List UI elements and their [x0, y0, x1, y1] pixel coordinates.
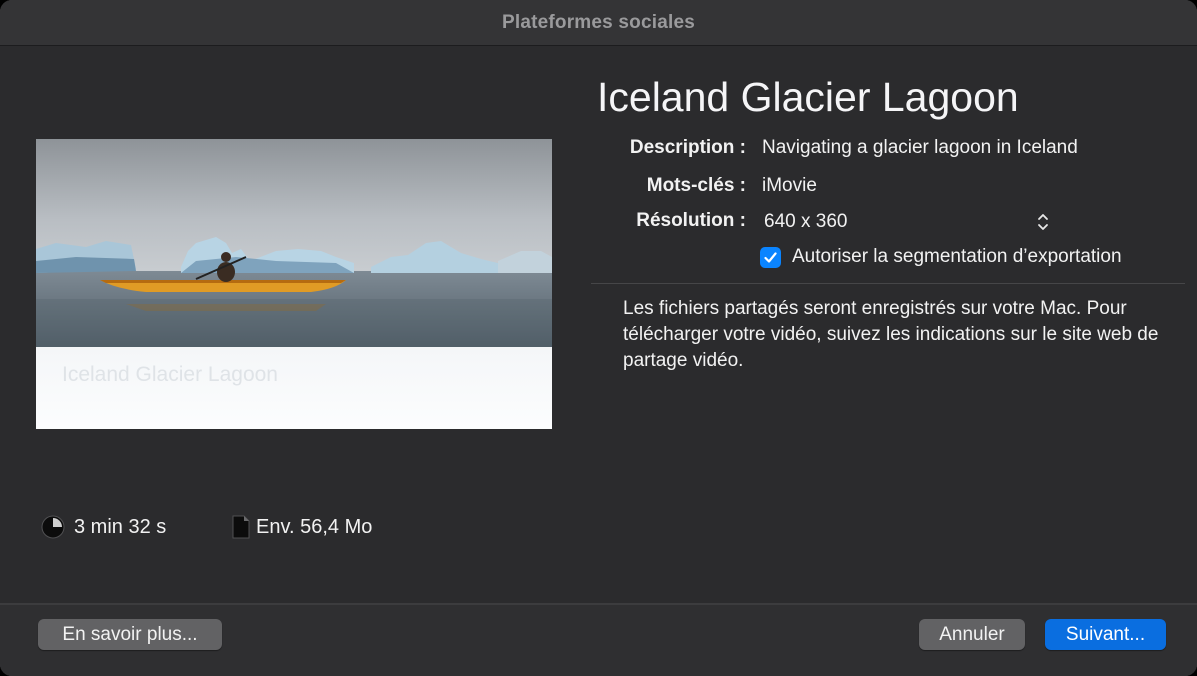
segmentation-label: Autoriser la segmentation d’exportation [792, 246, 1122, 267]
learn-more-button[interactable]: En savoir plus... [38, 619, 222, 650]
thumbnail-overlay-title: Iceland Glacier Lagoon [62, 363, 278, 386]
share-dialog: Plateformes sociales Iceland Glacier Lag… [0, 0, 1197, 676]
info-text: Les fichiers partagés seront enregistrés… [623, 298, 1159, 371]
next-button[interactable]: Suivant... [1045, 619, 1166, 650]
document-icon [232, 515, 250, 539]
keywords-field[interactable]: iMovie [762, 175, 817, 197]
description-label: Description : [629, 137, 746, 158]
segmentation-checkbox[interactable] [760, 246, 781, 268]
cancel-button[interactable]: Annuler [919, 619, 1025, 650]
separator [591, 283, 1185, 284]
thumbnail-photo [36, 139, 552, 347]
clock-icon [41, 515, 65, 539]
duration-text: 3 min 32 s [74, 515, 167, 538]
description-field[interactable]: Navigating a glacier lagoon in Iceland [762, 137, 1078, 159]
duration-stat: 3 min 32 s [41, 515, 166, 539]
movie-title[interactable]: Iceland Glacier Lagoon [597, 74, 1019, 121]
segmentation-option[interactable]: Autoriser la segmentation d’exportation [760, 246, 1122, 268]
title-bar: Plateformes sociales [0, 0, 1197, 46]
size-stat: Env. 56,4 Mo [232, 515, 372, 539]
video-thumbnail: Iceland Glacier Lagoon [36, 139, 552, 429]
title-card-area [36, 347, 552, 429]
keywords-label: Mots-clés : [646, 175, 746, 196]
resolution-label: Résolution : [636, 210, 746, 231]
size-text: Env. 56,4 Mo [256, 515, 373, 538]
resolution-value: 640 x 360 [764, 211, 848, 232]
chevron-up-down-icon [1038, 214, 1048, 230]
dialog-footer: En savoir plus... Annuler Suivant... [0, 603, 1197, 676]
window-title: Plateformes sociales [501, 11, 696, 33]
checkmark-icon [764, 251, 777, 263]
resolution-select[interactable]: 640 x 360 [764, 208, 1050, 236]
